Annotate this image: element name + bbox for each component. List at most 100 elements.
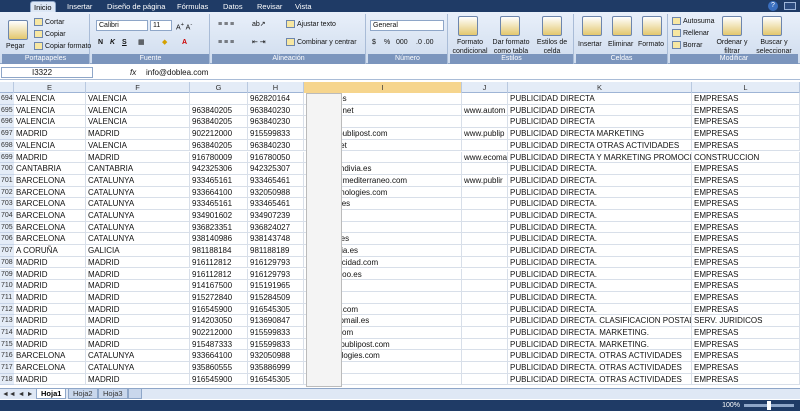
cell-k[interactable]: PUBLICIDAD DIRECTA. OTRAS ACTIVIDADES [508,362,692,374]
cell-f[interactable]: VALENCIA [86,93,190,105]
cell-k[interactable]: PUBLICIDAD DIRECTA. MARKETING. [508,338,692,351]
column-header-l[interactable]: L [692,82,800,93]
row-number[interactable]: 709 [0,268,14,281]
conditional-format-icon[interactable] [458,16,478,36]
row-number[interactable]: 717 [0,362,14,374]
cell-e[interactable]: BARCELONA [14,186,86,199]
cell-h[interactable]: 942325307 [248,163,304,175]
function-icon[interactable]: fx [130,67,136,78]
cell-e[interactable]: VALENCIA [14,139,86,152]
cell-g[interactable]: 963840205 [190,139,248,152]
cell-g[interactable]: 936823351 [190,221,248,234]
cell-l[interactable]: EMPRESAS [692,210,800,222]
row-number[interactable]: 705 [0,221,14,234]
window-restore-button[interactable] [784,2,796,10]
cell-k[interactable]: PUBLICIDAD DIRECTA. [508,303,692,316]
cell-j[interactable] [462,198,508,210]
cell-f[interactable]: MADRID [86,373,190,386]
borders-icon[interactable]: ▦ [138,38,145,47]
cell-g[interactable]: 933664100 [190,186,248,199]
cell-e[interactable]: MADRID [14,327,86,339]
cell-g[interactable]: 938140986 [190,233,248,246]
cell-l[interactable]: EMPRESAS [692,362,800,374]
cell-h[interactable]: 933465461 [248,174,304,187]
cell-e[interactable]: BARCELONA [14,210,86,222]
cell-e[interactable]: MADRID [14,256,86,269]
cell-h[interactable]: 935886999 [248,362,304,374]
row-number[interactable]: 718 [0,373,14,386]
cell-e[interactable]: MADRID [14,291,86,304]
row-number[interactable]: 706 [0,233,14,246]
cell-f[interactable]: VALENCIA [86,104,190,117]
row-number[interactable]: 708 [0,256,14,269]
cell-h[interactable]: 962820164 [248,93,304,105]
cell-e[interactable]: MADRID [14,268,86,281]
font-name-select[interactable]: Calibri [96,20,148,31]
cell-g[interactable]: 902212000 [190,128,248,140]
align-left-icon[interactable]: ≡ ≡ ≡ [218,38,234,47]
row-number[interactable]: 695 [0,104,14,117]
row-number[interactable]: 700 [0,163,14,175]
indent-icon[interactable]: ⇤ ⇥ [252,38,266,47]
row-number[interactable]: 702 [0,186,14,199]
percent-button[interactable]: % [384,38,390,47]
underline-button[interactable]: S [122,38,127,47]
cell-k[interactable]: PUBLICIDAD DIRECTA. [508,221,692,234]
cell-j[interactable] [462,362,508,374]
name-box[interactable]: I3322 [1,67,93,78]
cell-j[interactable] [462,93,508,105]
cell-j[interactable] [462,280,508,292]
tab-datos[interactable]: Datos [220,1,246,12]
cell-j[interactable] [462,350,508,363]
cell-j[interactable] [462,210,508,222]
cell-k[interactable]: PUBLICIDAD DIRECTA OTRAS ACTIVIDADES [508,139,692,152]
cell-l[interactable]: EMPRESAS [692,268,800,281]
cell-e[interactable]: VALENCIA [14,93,86,105]
help-icon[interactable]: ? [768,1,778,11]
cell-k[interactable]: PUBLICIDAD DIRECTA [508,104,692,117]
format-button[interactable]: Formato [638,40,664,49]
cell-e[interactable]: VALENCIA [14,104,86,117]
column-header-k[interactable]: K [508,82,692,93]
cell-j[interactable]: www.publir [462,174,508,187]
cell-f[interactable]: CATALUNYA [86,174,190,187]
cell-k[interactable]: PUBLICIDAD DIRECTA MARKETING [508,128,692,140]
cell-f[interactable]: CATALUNYA [86,233,190,246]
cell-k[interactable]: PUBLICIDAD DIRECTA. [508,233,692,246]
cell-f[interactable]: CATALUNYA [86,210,190,222]
tab-inicio[interactable]: Inicio [30,1,56,12]
cell-e[interactable]: BARCELONA [14,221,86,234]
cell-e[interactable]: BARCELONA [14,362,86,374]
row-number[interactable]: 694 [0,93,14,105]
cell-e[interactable]: MADRID [14,151,86,164]
sheet-tab-hoja2[interactable]: Hoja2 [68,389,98,399]
cell-l[interactable]: EMPRESAS [692,291,800,304]
cell-f[interactable]: MADRID [86,303,190,316]
row-number[interactable]: 707 [0,245,14,257]
cell-j[interactable] [462,338,508,351]
cell-j[interactable] [462,315,508,327]
cell-h[interactable]: 916129793 [248,256,304,269]
cell-k[interactable]: PUBLICIDAD DIRECTA. [508,245,692,257]
cell-h[interactable]: 934907239 [248,210,304,222]
cell-k[interactable]: PUBLICIDAD DIRECTA. [508,280,692,292]
cell-j[interactable]: www.publip [462,128,508,140]
cell-l[interactable]: EMPRESAS [692,373,800,386]
paste-button[interactable]: Pegar [6,42,25,51]
sort-filter-icon[interactable] [722,16,742,36]
cell-l[interactable]: EMPRESAS [692,233,800,246]
cell-g[interactable]: 916112812 [190,268,248,281]
cell-l[interactable]: EMPRESAS [692,139,800,152]
cell-l[interactable]: EMPRESAS [692,104,800,117]
fill-color-icon[interactable]: ◆ [162,38,167,47]
row-number[interactable]: 696 [0,116,14,129]
cell-e[interactable]: MADRID [14,338,86,351]
font-color-icon[interactable]: A [182,38,187,47]
cell-h[interactable]: 915599833 [248,128,304,140]
tab-vista[interactable]: Vista [292,1,315,12]
row-number[interactable]: 710 [0,280,14,292]
cell-k[interactable]: PUBLICIDAD DIRECTA. [508,291,692,304]
cell-h[interactable]: 963840230 [248,116,304,129]
font-size-select[interactable]: 11 [150,20,172,31]
orientation-icon[interactable]: ab↗ [252,20,266,29]
